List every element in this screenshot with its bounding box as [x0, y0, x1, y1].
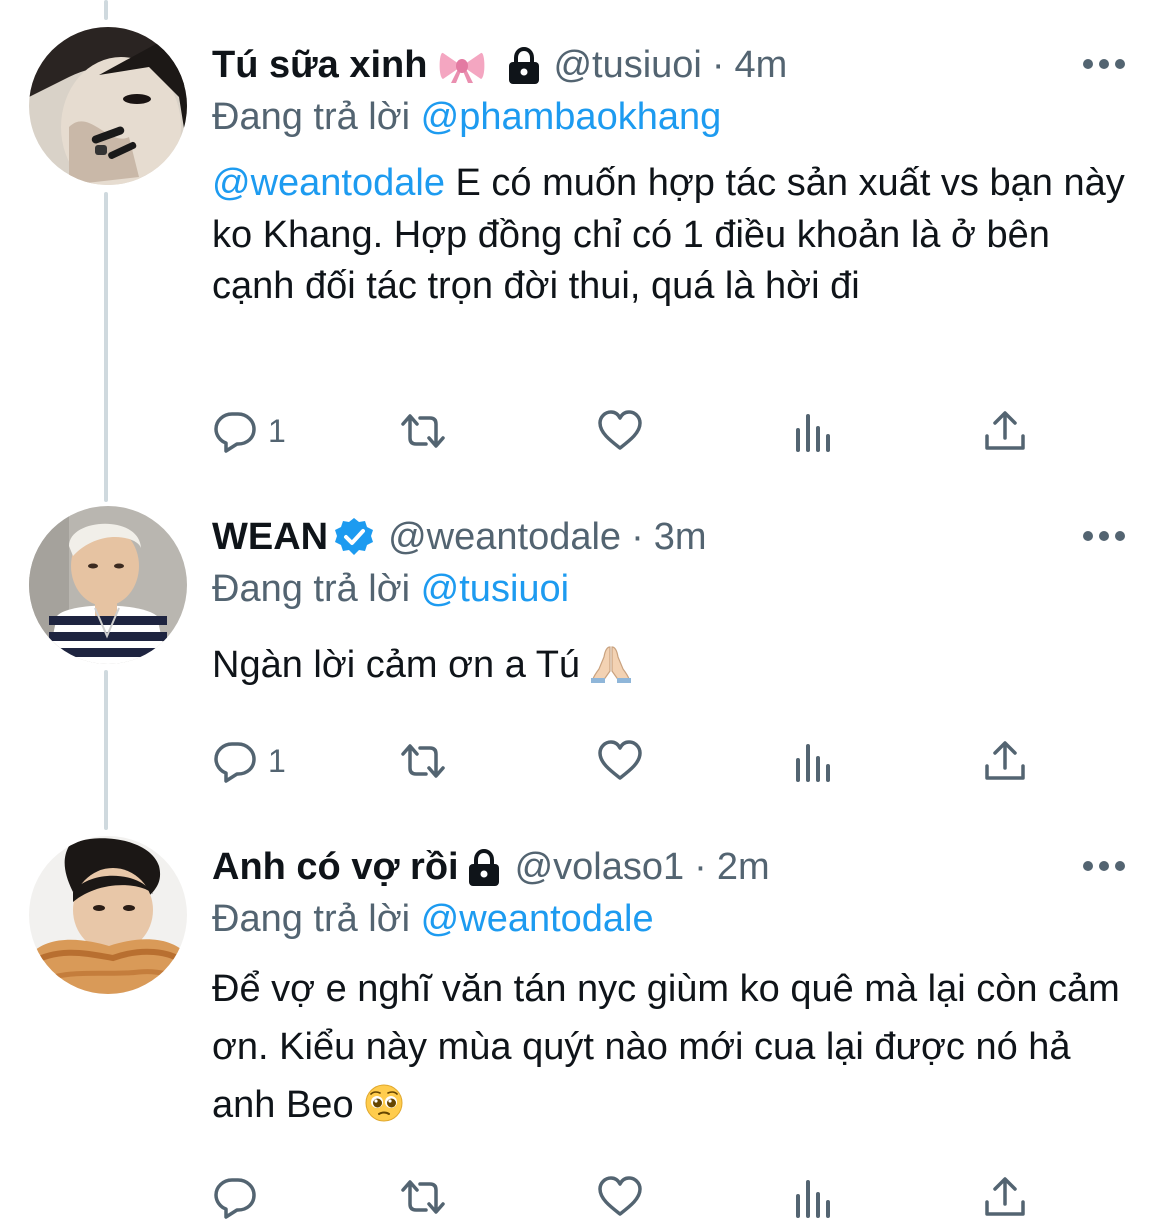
separator-dot: · — [711, 44, 725, 86]
heart-icon — [598, 1176, 642, 1216]
text-mention[interactable]: @weantodale — [212, 162, 445, 204]
user-handle[interactable]: @volaso1 — [515, 840, 685, 894]
pleading-face-emoji — [364, 1082, 404, 1122]
reply-button[interactable]: 1 — [212, 406, 286, 456]
analytics-icon — [796, 744, 830, 782]
tweet-actions — [212, 1172, 1042, 1222]
lock-icon — [507, 46, 541, 84]
like-button[interactable] — [597, 406, 643, 456]
heart-icon — [598, 410, 642, 450]
replying-to-label: Đang trả lời — [212, 96, 411, 138]
user-handle[interactable]: @tusiuoi — [553, 38, 701, 92]
replying-to: Đang trả lời @tusiuoi — [212, 564, 1140, 614]
avatar[interactable] — [29, 27, 187, 185]
tweet-text: @weantodale E có muốn hợp tác sản xuất v… — [212, 158, 1140, 313]
tweet-text: Để vợ e nghĩ văn tán nyc giùm ko quê mà … — [212, 960, 1140, 1134]
share-icon — [985, 411, 1025, 450]
like-button[interactable] — [597, 736, 643, 786]
avatar[interactable] — [29, 836, 187, 994]
analytics-button[interactable] — [790, 406, 836, 456]
tweet-body: Để vợ e nghĩ văn tán nyc giùm ko quê mà … — [212, 968, 1120, 1126]
tweet-actions: 1 — [212, 736, 1042, 786]
reply-icon — [214, 742, 256, 783]
reply-icon — [214, 412, 256, 453]
share-button[interactable] — [982, 736, 1028, 786]
analytics-button[interactable] — [790, 736, 836, 786]
reply-to-mention[interactable]: @weantodale — [421, 898, 654, 940]
avatar[interactable] — [29, 506, 187, 664]
replying-to-label: Đang trả lời — [212, 568, 411, 610]
tweet-body: Ngàn lời cảm ơn a Tú — [212, 644, 581, 686]
reply-count: 1 — [268, 742, 286, 779]
user-handle[interactable]: @weantodale — [388, 510, 621, 564]
reply-icon — [214, 1178, 256, 1219]
retweet-button[interactable] — [400, 736, 446, 786]
tweet[interactable]: WEAN @weantodale · 3m Đang trả lời @tusi… — [0, 500, 1170, 832]
more-icon[interactable] — [1082, 530, 1126, 542]
replying-to-label: Đang trả lời — [212, 898, 411, 940]
analytics-icon — [796, 414, 830, 452]
tweet-header: WEAN @weantodale · 3m — [212, 510, 1140, 564]
reply-count: 1 — [268, 412, 286, 449]
tweet-text: Ngàn lời cảm ơn a Tú — [212, 640, 1140, 692]
separator-dot: · — [694, 846, 707, 888]
more-icon[interactable] — [1082, 58, 1126, 70]
lock-icon — [467, 848, 501, 886]
retweet-icon — [401, 1180, 445, 1214]
share-button[interactable] — [982, 1172, 1028, 1222]
share-button[interactable] — [982, 406, 1028, 456]
retweet-button[interactable] — [400, 1172, 446, 1222]
tweet[interactable]: Anh có vợ rồi @volaso1 · 2m Đang trả lời… — [0, 832, 1170, 1226]
heart-icon — [598, 740, 642, 780]
reply-to-mention[interactable]: @phambaokhang — [421, 96, 722, 138]
reply-to-mention[interactable]: @tusiuoi — [421, 568, 569, 610]
timestamp[interactable]: 3m — [654, 510, 707, 564]
retweet-icon — [401, 414, 445, 448]
separator-dot: · — [631, 516, 644, 558]
retweet-button[interactable] — [400, 406, 446, 456]
retweet-icon — [401, 744, 445, 778]
tweet[interactable]: Tú sữa xinh @tusiuoi · 4m Đang trả lời @… — [0, 0, 1170, 500]
bow-icon — [439, 46, 485, 84]
tweet-header: Tú sữa xinh @tusiuoi · 4m — [212, 38, 1140, 92]
share-icon — [985, 741, 1025, 780]
praying-hands-emoji — [590, 643, 631, 683]
like-button[interactable] — [597, 1172, 643, 1222]
share-icon — [985, 1177, 1025, 1216]
reply-button[interactable] — [212, 1172, 268, 1222]
replying-to: Đang trả lời @weantodale — [212, 894, 1140, 944]
replying-to: Đang trả lời @phambaokhang — [212, 92, 1140, 142]
timestamp[interactable]: 4m — [735, 38, 788, 92]
tweet-actions: 1 — [212, 406, 1042, 456]
more-icon[interactable] — [1082, 860, 1126, 872]
display-name[interactable]: Anh có vợ rồi — [212, 840, 459, 894]
analytics-icon — [796, 1180, 830, 1218]
analytics-button[interactable] — [790, 1172, 836, 1222]
tweet-header: Anh có vợ rồi @volaso1 · 2m — [212, 840, 1140, 894]
reply-button[interactable]: 1 — [212, 736, 286, 786]
timestamp[interactable]: 2m — [717, 840, 770, 894]
display-name[interactable]: WEAN — [212, 510, 328, 564]
display-name[interactable]: Tú sữa xinh — [212, 38, 427, 92]
verified-icon — [334, 517, 374, 557]
